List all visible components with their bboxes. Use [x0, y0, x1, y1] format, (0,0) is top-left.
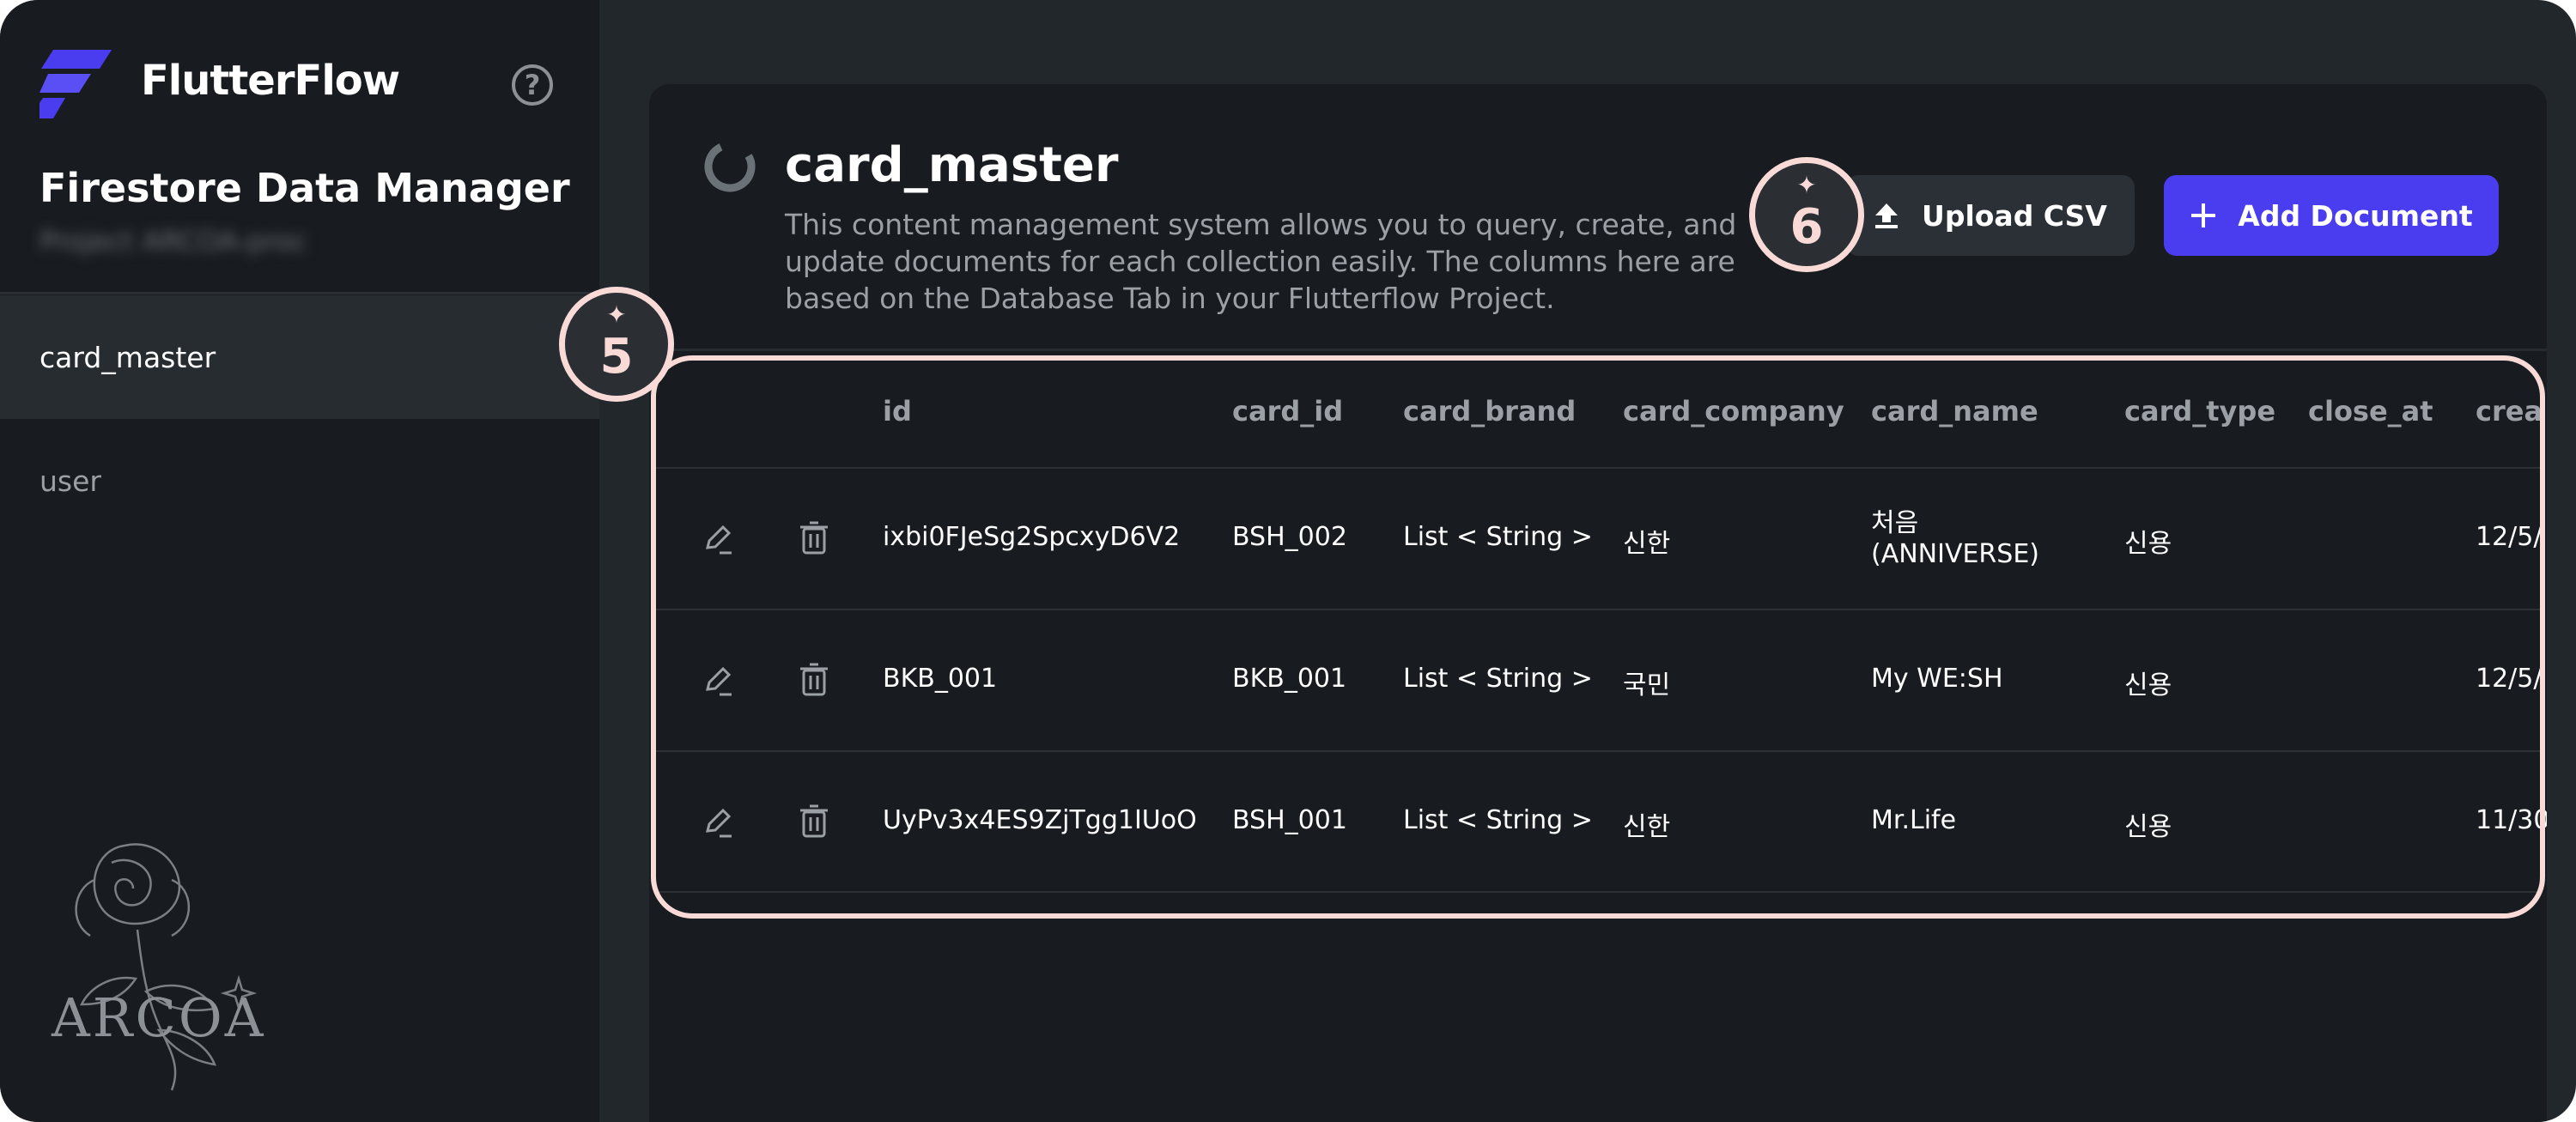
- add-document-label: Add Document: [2238, 198, 2473, 233]
- project-name: Project ARCOA-proc: [39, 225, 307, 258]
- sidebar-item-card-master[interactable]: card_master: [0, 295, 599, 419]
- loading-spinner-icon: [704, 141, 756, 192]
- brand-name: FlutterFlow: [141, 57, 400, 105]
- upload-csv-label: Upload CSV: [1922, 198, 2107, 233]
- tutorial-highlight-table: [651, 355, 2545, 919]
- app-title: Firestore Data Manager: [39, 165, 570, 211]
- tutorial-step-number: 5: [599, 328, 634, 385]
- flutterflow-logo-icon: [39, 50, 112, 118]
- add-document-button[interactable]: Add Document: [2164, 175, 2499, 256]
- sidebar-item-label: user: [39, 464, 101, 498]
- help-icon[interactable]: ?: [512, 64, 553, 106]
- brand: FlutterFlow: [39, 46, 400, 118]
- upload-csv-button[interactable]: Upload CSV: [1846, 175, 2135, 256]
- tutorial-step-badge: ✦ 6: [1749, 157, 1864, 272]
- sidebar: FlutterFlow ? Firestore Data Manager Pro…: [0, 0, 599, 1122]
- page-description: This content management system allows yo…: [785, 208, 1737, 315]
- upload-icon: [1875, 203, 1899, 228]
- arcoa-watermark-logo: ARCOA: [51, 843, 266, 1091]
- sidebar-item-user[interactable]: user: [0, 419, 599, 543]
- tutorial-step-number: 6: [1789, 198, 1824, 255]
- watermark-text: ARCOA: [51, 986, 266, 1049]
- plus-icon: [2191, 203, 2216, 227]
- sidebar-item-label: card_master: [39, 340, 216, 374]
- app-window: FlutterFlow ? Firestore Data Manager Pro…: [0, 0, 2576, 1122]
- sparkle-icon: ✦: [1796, 171, 1817, 199]
- header-divider: [649, 349, 2547, 351]
- page-title: card_master: [785, 137, 1119, 193]
- nav-divider: [0, 292, 599, 294]
- tutorial-step-badge: ✦ 5: [559, 287, 674, 402]
- sparkle-icon: ✦: [606, 300, 627, 329]
